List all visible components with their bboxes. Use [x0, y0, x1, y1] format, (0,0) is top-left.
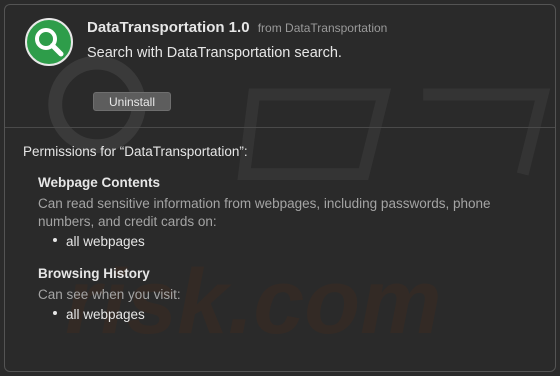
extension-info-window: risk.com DataTransportation 1.0 from Dat… [4, 4, 556, 372]
extension-title: DataTransportation 1.0 from DataTranspor… [87, 19, 387, 36]
section-title-webpage-contents: Webpage Contents [38, 175, 161, 190]
uninstall-button[interactable]: Uninstall [93, 92, 171, 111]
section-desc-webpage-contents: Can read sensitive information from webp… [38, 196, 491, 229]
extension-developer: from DataTransportation [257, 21, 388, 35]
list-item: all webpages [53, 307, 145, 322]
bullet-icon [53, 311, 57, 316]
list-item: all webpages [53, 234, 145, 249]
permissions-heading: Permissions for “DataTransportation”: [23, 144, 248, 159]
section-title-browsing-history: Browsing History [38, 266, 150, 281]
magnifier-icon [25, 18, 73, 66]
extension-header: DataTransportation 1.0 from DataTranspor… [5, 5, 555, 128]
bullet-icon [53, 238, 57, 243]
section-desc-browsing-history: Can see when you visit: [38, 287, 181, 302]
extension-name: DataTransportation 1.0 [87, 19, 250, 36]
extension-description: Search with DataTransportation search. [87, 45, 342, 61]
